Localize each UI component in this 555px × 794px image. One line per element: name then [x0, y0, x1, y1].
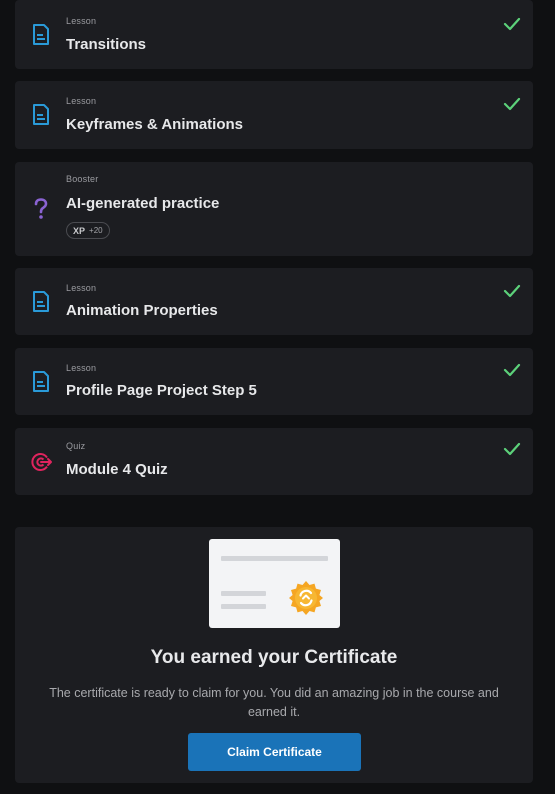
- lesson-item-animation-properties[interactable]: Lesson Animation Properties: [15, 268, 533, 335]
- item-title: Profile Page Project Step 5: [66, 382, 257, 399]
- lesson-doc-icon: [31, 371, 51, 393]
- item-title: AI-generated practice: [66, 195, 220, 212]
- item-title: Keyframes & Animations: [66, 116, 243, 133]
- xp-label: XP: [73, 225, 86, 236]
- certificate-title: You earned your Certificate: [150, 647, 398, 668]
- lesson-doc-icon: [31, 24, 51, 46]
- lesson-item-profile-page-project[interactable]: Lesson Profile Page Project Step 5: [15, 348, 533, 415]
- certificate-line: [221, 556, 328, 561]
- item-title: Module 4 Quiz: [66, 461, 168, 478]
- lesson-doc-icon: [31, 291, 51, 313]
- item-type-label: Lesson: [66, 363, 97, 373]
- check-icon: [503, 97, 521, 111]
- course-page: Lesson Transitions Lesson Keyframes & An…: [0, 0, 555, 794]
- certificate-card: You earned your Certificate The certific…: [15, 527, 533, 783]
- item-type-label: Booster: [66, 174, 99, 184]
- certificate-line: [221, 591, 266, 596]
- xp-value: +20: [89, 226, 103, 235]
- lesson-item-keyframes-animations[interactable]: Lesson Keyframes & Animations: [15, 81, 533, 149]
- item-title: Transitions: [66, 36, 147, 53]
- quiz-item-module-4[interactable]: Quiz Module 4 Quiz: [15, 428, 533, 495]
- booster-item-ai-practice[interactable]: Booster AI-generated practice XP +20: [15, 162, 533, 256]
- check-icon: [503, 284, 521, 298]
- certificate-seal-icon: [288, 580, 324, 616]
- certificate-line: [221, 604, 266, 609]
- check-icon: [503, 17, 521, 31]
- item-title: Animation Properties: [66, 302, 218, 319]
- question-mark-icon: [31, 198, 51, 220]
- item-type-label: Lesson: [66, 283, 97, 293]
- certificate-description: The certificate is ready to claim for yo…: [49, 686, 499, 719]
- item-type-label: Quiz: [66, 441, 86, 451]
- xp-badge: XP +20: [66, 222, 110, 239]
- claim-certificate-button[interactable]: Claim Certificate: [188, 733, 361, 771]
- lesson-doc-icon: [31, 104, 51, 126]
- check-icon: [503, 363, 521, 377]
- item-type-label: Lesson: [66, 96, 97, 106]
- target-icon: [31, 451, 53, 473]
- check-icon: [503, 442, 521, 456]
- lesson-item-transitions[interactable]: Lesson Transitions: [15, 0, 533, 69]
- certificate-image: [209, 539, 340, 628]
- item-type-label: Lesson: [66, 16, 97, 26]
